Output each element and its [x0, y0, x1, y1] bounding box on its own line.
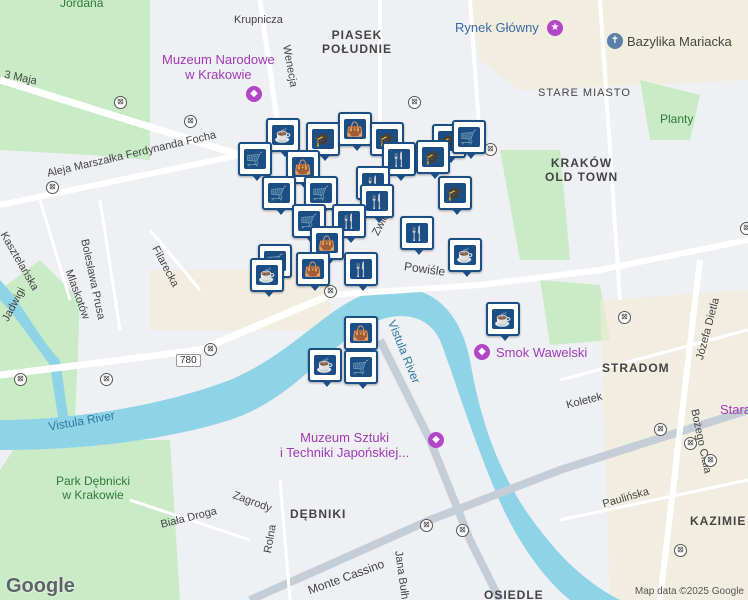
- district-label-old-town: KRAKÓW OLD TOWN: [545, 156, 619, 184]
- map-marker[interactable]: ☕: [250, 258, 284, 297]
- map-marker[interactable]: ☕: [486, 302, 520, 341]
- map-marker[interactable]: 👜: [296, 252, 330, 291]
- shopping-bag-icon: 👜: [350, 323, 372, 343]
- shopping-bag-icon: 👜: [344, 119, 366, 139]
- street-label-krupnicza: Krupnicza: [234, 14, 283, 26]
- poi-label-smok[interactable]: Smok Wawelski: [496, 345, 587, 360]
- map-marker[interactable]: 🎓: [438, 176, 472, 215]
- church-pin-icon[interactable]: ✝: [607, 33, 623, 49]
- tram-stop-icon[interactable]: ⊠: [408, 96, 421, 109]
- tram-stop-icon[interactable]: ⊠: [184, 115, 197, 128]
- tram-stop-icon[interactable]: ⊠: [740, 222, 748, 235]
- map-credit[interactable]: Map data ©2025 Google: [635, 586, 744, 597]
- tram-stop-icon[interactable]: ⊠: [704, 454, 717, 467]
- tram-stop-icon[interactable]: ⊠: [654, 423, 667, 436]
- tram-stop-icon[interactable]: ⊠: [114, 96, 127, 109]
- park-label-debnicki: Park Dębnicki w Krakowie: [56, 474, 131, 502]
- map-marker[interactable]: ☕: [448, 238, 482, 277]
- rynek-pin-icon[interactable]: ★: [547, 20, 563, 36]
- district-label-osiedle: OSIEDLE: [484, 588, 544, 600]
- map-marker[interactable]: 🛒: [344, 350, 378, 389]
- education-icon: 🎓: [422, 147, 444, 167]
- park-label-planty: Planty: [660, 112, 694, 126]
- tram-stop-icon[interactable]: ⊠: [204, 343, 217, 356]
- shopping-bag-icon: 👜: [316, 233, 338, 253]
- district-label-piasek: PIASEK POŁUDNIE: [322, 28, 393, 56]
- district-label-debniki: DĘBNIKI: [290, 507, 347, 521]
- restaurant-icon: 🍴: [406, 223, 428, 243]
- cafe-icon: ☕: [454, 245, 476, 265]
- cafe-icon: ☕: [492, 309, 514, 329]
- education-icon: 🎓: [444, 183, 466, 203]
- education-icon: 🎓: [312, 129, 334, 149]
- map-marker[interactable]: 🛒: [262, 176, 296, 215]
- cafe-icon: ☕: [314, 355, 336, 375]
- tram-stop-icon[interactable]: ⊠: [456, 524, 469, 537]
- shopping-bag-icon: 👜: [292, 157, 314, 177]
- restaurant-icon: 🍴: [366, 191, 388, 211]
- tram-stop-icon[interactable]: ⊠: [618, 311, 631, 324]
- smok-pin-icon[interactable]: ◆: [474, 344, 490, 360]
- poi-label-muzeum-narodowe[interactable]: Muzeum Narodowe w Krakowie: [162, 52, 275, 82]
- poi-label-rynek[interactable]: Rynek Główny: [455, 20, 539, 35]
- map-marker[interactable]: 🛒: [452, 120, 486, 159]
- tram-stop-icon[interactable]: ⊠: [14, 373, 27, 386]
- manggha-pin-icon[interactable]: ◆: [428, 432, 444, 448]
- map-marker[interactable]: 🎓: [416, 140, 450, 179]
- route-badge: 780: [176, 354, 201, 367]
- tram-stop-icon[interactable]: ⊠: [324, 285, 337, 298]
- poi-label-manggha[interactable]: Muzeum Sztuki i Techniki Japońskiej...: [280, 430, 409, 460]
- map[interactable]: Jordana PIASEK POŁUDNIE STARE MIASTO KRA…: [0, 0, 748, 600]
- tram-stop-icon[interactable]: ⊠: [684, 437, 697, 450]
- map-base: [0, 0, 748, 600]
- map-marker[interactable]: 👜: [338, 112, 372, 151]
- shopping-cart-icon: 🛒: [310, 183, 332, 203]
- poi-label-bazylika[interactable]: Bazylika Mariacka: [627, 34, 732, 49]
- restaurant-icon: 🍴: [350, 259, 372, 279]
- map-marker[interactable]: 🛒: [238, 142, 272, 181]
- google-logo[interactable]: Google: [6, 575, 75, 598]
- tram-stop-icon[interactable]: ⊠: [46, 181, 59, 194]
- shopping-cart-icon: 🛒: [458, 127, 480, 147]
- tram-stop-icon[interactable]: ⊠: [420, 519, 433, 532]
- shopping-cart-icon: 🛒: [244, 149, 266, 169]
- map-marker[interactable]: 🍴: [344, 252, 378, 291]
- museum-pin-icon[interactable]: ◆: [246, 86, 262, 102]
- cafe-icon: ☕: [256, 265, 278, 285]
- shopping-cart-icon: 🛒: [268, 183, 290, 203]
- map-marker[interactable]: 🍴: [400, 216, 434, 255]
- map-marker[interactable]: 👜: [344, 316, 378, 355]
- poi-label-stara[interactable]: Stara: [720, 402, 748, 417]
- restaurant-icon: 🍴: [388, 149, 410, 169]
- tram-stop-icon[interactable]: ⊠: [674, 544, 687, 557]
- tram-stop-icon[interactable]: ⊠: [100, 373, 113, 386]
- map-marker[interactable]: ☕: [308, 348, 342, 387]
- shopping-bag-icon: 👜: [302, 259, 324, 279]
- shopping-cart-icon: 🛒: [350, 357, 372, 377]
- district-label-kazimierz: KAZIMIE: [690, 514, 747, 528]
- district-label-stare-miasto: STARE MIASTO: [538, 87, 631, 99]
- park-label-jordana: Jordana: [60, 0, 104, 10]
- cafe-icon: ☕: [272, 125, 294, 145]
- district-label-stradom: STRADOM: [602, 361, 670, 375]
